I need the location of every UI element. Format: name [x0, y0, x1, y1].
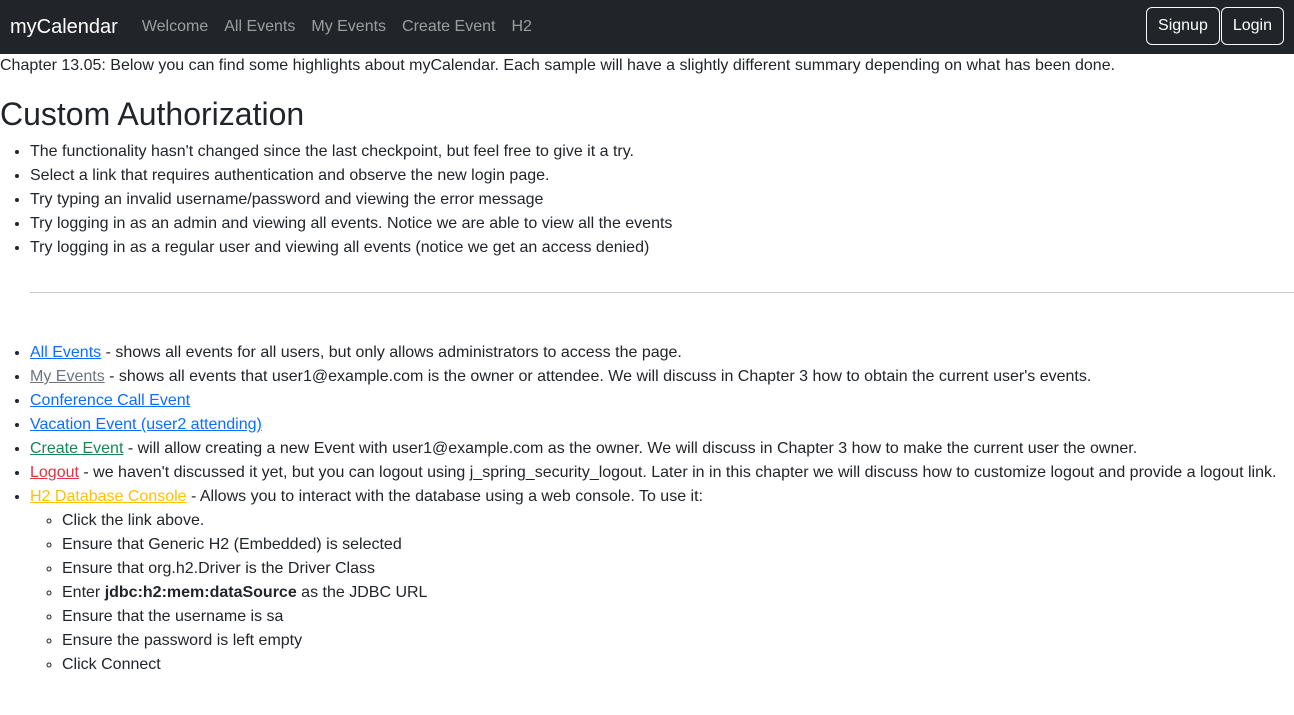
h2-console-link[interactable]: H2 Database Console — [30, 488, 187, 505]
signup-button[interactable]: Signup — [1146, 7, 1220, 45]
list-item: My Events - shows all events that user1@… — [30, 365, 1294, 389]
nav-link-create-event[interactable]: Create Event — [402, 15, 495, 39]
intro-text: Chapter 13.05: Below you can find some h… — [0, 57, 1116, 74]
list-item: Click the link above. — [62, 509, 1294, 533]
brand-link[interactable]: myCalendar — [10, 15, 118, 39]
h2-steps-list: Click the link above. Ensure that Generi… — [30, 509, 1294, 677]
nav-links: Welcome All Events My Events Create Even… — [142, 15, 548, 39]
list-item: Ensure that the username is sa — [62, 605, 1294, 629]
my-events-desc: - shows all events that user1@example.co… — [104, 368, 1092, 385]
nav-link-my-events[interactable]: My Events — [311, 15, 386, 39]
list-item: Select a link that requires authenticati… — [30, 164, 1294, 188]
list-item: Conference Call Event — [30, 389, 1294, 413]
nav-auth-buttons: Signup Login — [1145, 7, 1284, 45]
list-item: Ensure the password is left empty — [62, 629, 1294, 653]
jdbc-url: jdbc:h2:mem:dataSource — [104, 584, 297, 601]
create-event-desc: - will allow creating a new Event with u… — [123, 440, 1138, 457]
links-list: All Events - shows all events for all us… — [0, 341, 1294, 677]
highlights-list: The functionality hasn't changed since t… — [0, 140, 1294, 260]
list-item: Try typing an invalid username/password … — [30, 188, 1294, 212]
nav-link-h2[interactable]: H2 — [511, 15, 531, 39]
divider — [30, 292, 1294, 293]
vacation-event-link[interactable]: Vacation Event (user2 attending) — [30, 416, 262, 433]
conference-call-event-link[interactable]: Conference Call Event — [30, 392, 190, 409]
nav-link-welcome[interactable]: Welcome — [142, 15, 208, 39]
all-events-link[interactable]: All Events — [30, 344, 101, 361]
top-navbar: myCalendar Welcome All Events My Events … — [0, 0, 1294, 54]
list-item: Ensure that org.h2.Driver is the Driver … — [62, 557, 1294, 581]
list-item: Ensure that Generic H2 (Embedded) is sel… — [62, 533, 1294, 557]
list-item: H2 Database Console - Allows you to inte… — [30, 485, 1294, 677]
step-text: as the JDBC URL — [296, 584, 428, 601]
step-text: Enter — [62, 584, 105, 601]
list-item: Logout - we haven't discussed it yet, bu… — [30, 461, 1294, 485]
list-item: Enter jdbc:h2:mem:dataSource as the JDBC… — [62, 581, 1294, 605]
nav-link-all-events[interactable]: All Events — [224, 15, 295, 39]
h2-console-desc: - Allows you to interact with the databa… — [186, 488, 703, 505]
list-item: All Events - shows all events for all us… — [30, 341, 1294, 365]
list-item: Try logging in as a regular user and vie… — [30, 236, 1294, 260]
logout-desc: - we haven't discussed it yet, but you c… — [78, 464, 1277, 481]
list-item: Try logging in as an admin and viewing a… — [30, 212, 1294, 236]
list-item: Create Event - will allow creating a new… — [30, 437, 1294, 461]
create-event-link[interactable]: Create Event — [30, 440, 123, 457]
all-events-desc: - shows all events for all users, but on… — [101, 344, 682, 361]
my-events-link[interactable]: My Events — [30, 368, 105, 385]
list-item: Click Connect — [62, 653, 1294, 677]
section-title: Custom Authorization — [0, 96, 305, 132]
list-item: The functionality hasn't changed since t… — [30, 140, 1294, 164]
logout-link[interactable]: Logout — [30, 464, 79, 481]
login-button[interactable]: Login — [1220, 7, 1284, 45]
list-item: Vacation Event (user2 attending) — [30, 413, 1294, 437]
